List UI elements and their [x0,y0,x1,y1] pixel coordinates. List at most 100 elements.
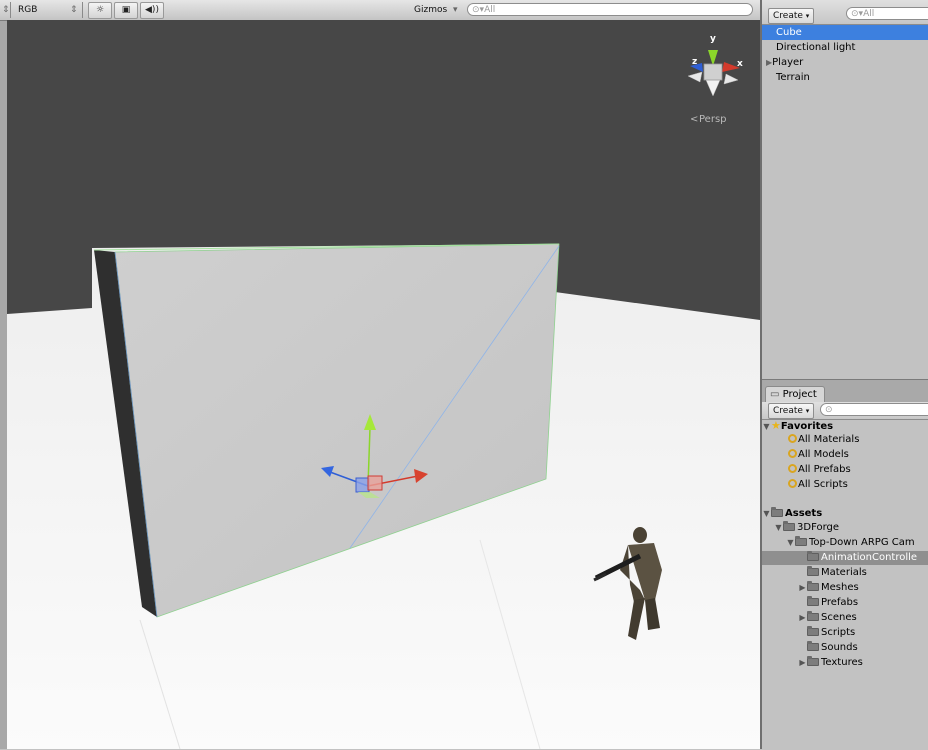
search-placeholder: All [863,9,875,19]
create-label: Create [773,11,803,21]
folder-icon [807,581,819,591]
scene-canvas[interactable]: y x z < Persp [7,20,760,749]
collapsed-arrow-icon[interactable]: ▶ [798,611,807,625]
favorite-item[interactable]: All Prefabs [762,463,928,477]
folder-label: Scenes [821,612,857,623]
folder-icon [807,611,819,621]
asset-folder-meshes[interactable]: ▶ Meshes [762,581,928,595]
folder-icon [807,641,819,651]
hierarchy-item-directional-light[interactable]: Directional light [762,40,928,55]
folder-tab-icon: ▭ [770,389,780,400]
folder-label: Meshes [821,582,859,593]
expand-arrow-icon[interactable]: ▼ [762,507,771,521]
expand-arrow-icon[interactable]: ▼ [786,536,795,550]
toolbar-separator [10,2,11,18]
saved-search-icon [788,464,797,473]
favorite-item[interactable]: All Models [762,448,928,462]
sun-icon[interactable]: ☼ [88,2,112,19]
folder-icon [807,626,819,636]
folder-label: Scripts [821,627,856,638]
folder-icon [807,551,819,561]
player-head [633,527,647,543]
speaker-icon[interactable]: ◀)) [140,2,164,19]
asset-folder-animationcontroller[interactable]: AnimationControlle [762,551,928,565]
favorite-item-label: All Materials [798,434,860,445]
scene-toolbar: ⇕ RGB ⇕ ☼ ▣ ◀)) Gizmos ▾ ⊙▾All [0,0,760,21]
asset-folder-3dforge[interactable]: ▼ 3DForge [762,521,928,535]
folder-label: Prefabs [821,597,859,608]
image-icon[interactable]: ▣ [114,2,138,19]
gizmo-center-cube[interactable] [703,63,723,81]
dropdown-arrow-icon[interactable]: ⇕ [2,3,10,17]
favorite-item-label: All Scripts [798,479,848,490]
hierarchy-search-input[interactable]: ⊙▾All [846,7,928,20]
render-mode-arrow-icon[interactable]: ⇕ [70,3,78,17]
render-mode-dropdown[interactable]: RGB [18,3,37,17]
hierarchy-item-player[interactable]: ▶Player [762,55,928,70]
folder-icon [783,521,795,531]
folder-label: 3DForge [797,522,840,533]
asset-folder-scenes[interactable]: ▶ Scenes [762,611,928,625]
folder-label: Sounds [821,642,858,653]
favorites-label: Favorites [780,421,834,432]
project-toolbar: Create ▾ ⊙ [762,402,928,420]
project-search-input[interactable]: ⊙ [820,403,928,416]
camera-mode-label[interactable]: Persp [699,114,727,125]
favorite-item-label: All Models [798,449,849,460]
collapsed-arrow-icon[interactable]: ▶ [798,581,807,595]
scene-view[interactable]: ⇕ RGB ⇕ ☼ ▣ ◀)) Gizmos ▾ ⊙▾All y x z < P… [0,0,760,749]
hierarchy-item-label: Directional light [776,42,856,53]
hierarchy-item-label: Terrain [776,72,810,83]
saved-search-icon [788,449,797,458]
expand-arrow-icon[interactable]: ▼ [762,420,771,434]
hierarchy-item-label: Cube [776,27,802,38]
tab-label: Project [782,389,817,400]
search-placeholder: All [484,5,496,15]
folder-label: Top-Down ARPG Cam [809,537,915,548]
collapsed-arrow-icon[interactable]: ▶ [798,656,807,670]
search-icon: ⊙▾ [472,5,485,15]
assets-label: Assets [785,508,823,519]
folder-label: Materials [821,567,867,578]
xy-plane-handle[interactable] [367,475,383,491]
tab-project[interactable]: ▭ Project [765,386,825,403]
project-tab-bar: ▭ Project [762,380,928,403]
asset-folder-scripts[interactable]: Scripts [762,626,928,640]
saved-search-icon [788,479,797,488]
hierarchy-item-label: Player [772,57,804,68]
project-panel: ▭ Project Create ▾ ⊙ ▼★Favorites All Mat… [762,379,928,750]
hierarchy-item-terrain[interactable]: Terrain [762,70,928,85]
gizmo-y-label: y [710,34,716,44]
asset-folder-materials[interactable]: Materials [762,566,928,580]
favorite-item[interactable]: All Materials [762,433,928,447]
star-icon: ★ [771,419,781,432]
asset-folder-textures[interactable]: ▶ Textures [762,656,928,670]
gizmo-x-label: x [737,59,743,69]
hierarchy-create-button[interactable]: Create ▾ [768,8,815,24]
assets-header[interactable]: ▼ Assets [762,507,928,521]
folder-icon [795,536,807,546]
asset-folder-sounds[interactable]: Sounds [762,641,928,655]
toolbar-separator [82,2,83,18]
asset-folder-top-down-arpg[interactable]: ▼ Top-Down ARPG Cam [762,536,928,550]
project-create-button[interactable]: Create ▾ [768,403,815,419]
folder-label: AnimationControlle [821,552,918,563]
gizmos-arrow-icon[interactable]: ▾ [453,3,458,17]
folder-icon [807,596,819,606]
persp-icon[interactable]: < [690,114,698,125]
gizmos-dropdown[interactable]: Gizmos [414,3,447,17]
scene-search-input[interactable]: ⊙▾All [467,3,753,16]
hierarchy-panel: Create ▾ ⊙▾All Cube Directional light ▶P… [762,0,928,378]
folder-icon [807,566,819,576]
create-label: Create [773,406,803,416]
gizmo-z-label: z [692,57,697,67]
hierarchy-toolbar: Create ▾ ⊙▾All [762,0,928,25]
favorite-item[interactable]: All Scripts [762,478,928,492]
folder-icon [807,656,819,666]
favorite-item-label: All Prefabs [798,464,851,475]
hierarchy-item-cube[interactable]: Cube [762,25,928,40]
expand-arrow-icon[interactable]: ▼ [774,521,783,535]
yz-plane-handle[interactable] [355,477,370,493]
asset-folder-prefabs[interactable]: Prefabs [762,596,928,610]
favorites-header[interactable]: ▼★Favorites [762,419,928,433]
